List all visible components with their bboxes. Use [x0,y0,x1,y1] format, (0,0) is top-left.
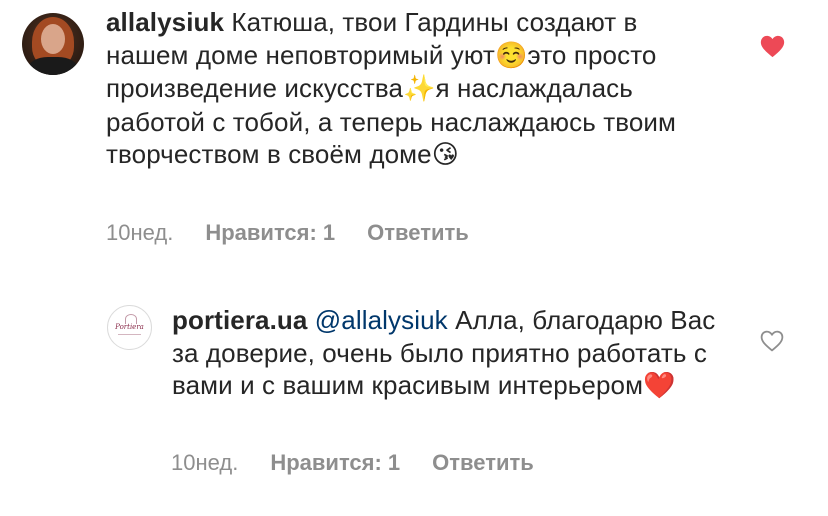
avatar-body [28,57,78,75]
mention-link[interactable]: @allalysiuk [315,305,448,335]
sparkles-emoji: ✨ [403,74,436,104]
avatar-face [41,24,65,54]
reply-button[interactable]: Ответить [432,450,534,476]
avatar[interactable] [22,13,84,75]
heart-filled-icon[interactable] [760,35,785,58]
username-link[interactable]: allalysiuk [106,7,224,37]
likes-count-button[interactable]: Нравится: 1 [205,220,335,246]
heart-outline-icon[interactable] [760,330,784,352]
kissing-face-emoji: 😘 [431,140,459,170]
username-link[interactable]: portiera.ua [172,305,307,335]
reply-button[interactable]: Ответить [367,220,469,246]
red-heart-emoji: ❤️ [643,371,676,401]
likes-count-button[interactable]: Нравится: 1 [270,450,400,476]
comment-body: portiera.ua @allalysiuk Алла, благодарю … [172,304,732,403]
comment-meta: 10нед. Нравится: 1 Ответить [106,220,469,246]
relieved-face-emoji: ☺️ [494,40,528,71]
avatar[interactable]: Portiera [107,305,152,350]
portiera-logo-line [118,334,141,335]
portiera-logo-text: Portiera [115,323,144,331]
comment-body: allalysiuk Катюша, твои Гардины создают … [106,6,726,172]
timestamp[interactable]: 10нед. [106,220,173,246]
timestamp[interactable]: 10нед. [171,450,238,476]
comment-meta: 10нед. Нравится: 1 Ответить [171,450,534,476]
